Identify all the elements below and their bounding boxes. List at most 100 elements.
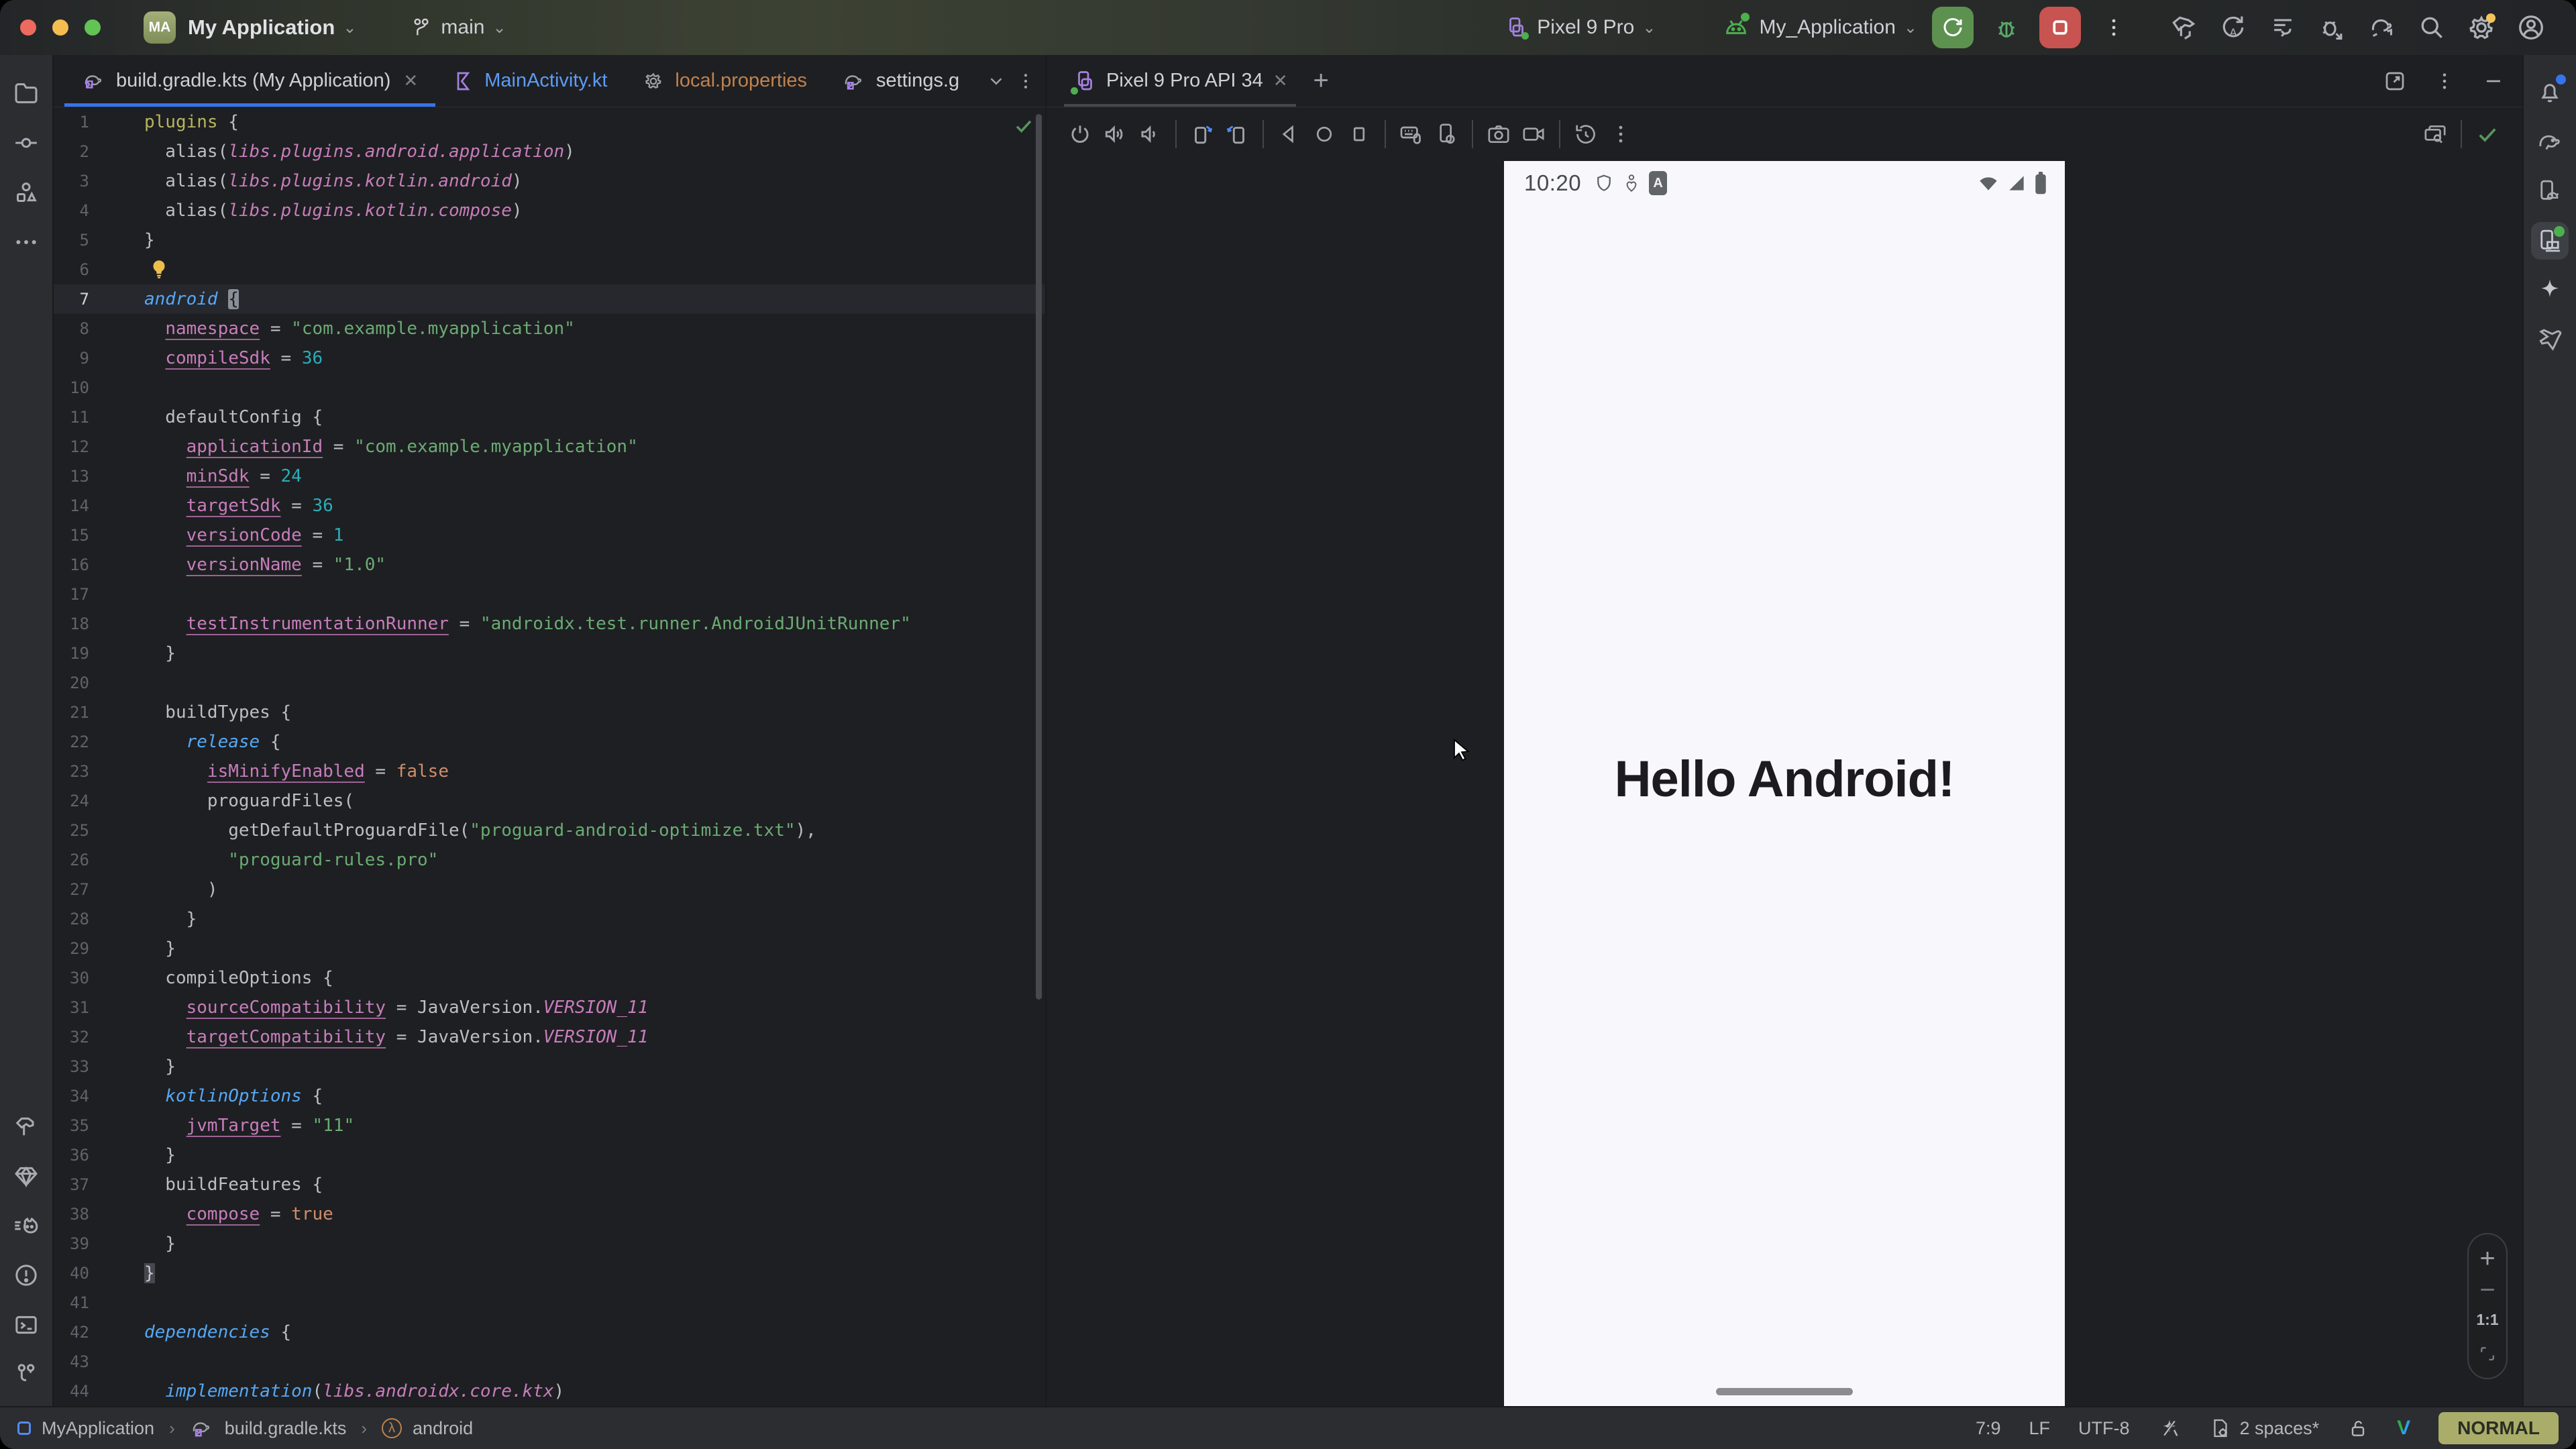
code-line[interactable]: 13 minSdk = 24 (54, 462, 1045, 491)
code-line[interactable]: 43 (54, 1347, 1045, 1377)
airplane-toolwindow-icon[interactable] (2531, 321, 2569, 359)
minimize-window-button[interactable] (52, 19, 68, 36)
code-line[interactable]: 22 release { (54, 727, 1045, 757)
code-line[interactable]: 44 implementation(libs.androidx.core.ktx… (54, 1377, 1045, 1406)
profiler-toolwindow-icon[interactable] (7, 1207, 45, 1244)
screen-record-icon[interactable] (1516, 117, 1551, 152)
snapshot-reset-icon[interactable] (1568, 117, 1603, 152)
breadcrumb-project[interactable]: MyApplication (42, 1418, 154, 1439)
notifications-bell-icon[interactable] (2531, 73, 2569, 111)
code-line[interactable]: 28 } (54, 904, 1045, 934)
breadcrumb-element[interactable]: android (413, 1418, 473, 1439)
tab-local-properties[interactable]: local.properties (625, 55, 824, 107)
profile-avatar-icon[interactable] (2516, 12, 2546, 43)
code-line[interactable]: 4 alias(libs.plugins.kotlin.compose) (54, 196, 1045, 225)
code-line[interactable]: 19 } (54, 639, 1045, 668)
code-line[interactable]: 2 alias(libs.plugins.android.application… (54, 137, 1045, 166)
panel-options-kebab-icon[interactable] (2434, 70, 2455, 92)
gradle-sync-icon[interactable] (2367, 12, 2398, 43)
code-line[interactable]: 42dependencies { (54, 1318, 1045, 1347)
code-line[interactable]: 31 sourceCompatibility = JavaVersion.VER… (54, 993, 1045, 1022)
zoom-out-button[interactable]: − (2479, 1283, 2495, 1297)
rotate-left-icon[interactable] (1185, 117, 1220, 152)
close-icon[interactable]: ✕ (1273, 70, 1288, 91)
structure-toolwindow-icon[interactable] (7, 174, 45, 211)
code-line[interactable]: 11 defaultConfig { (54, 402, 1045, 432)
code-line[interactable]: 18 testInstrumentationRunner = "androidx… (54, 609, 1045, 639)
editor-scrollbar[interactable] (1036, 114, 1042, 1000)
code-line[interactable]: 10 (54, 373, 1045, 402)
code-line[interactable]: 41 (54, 1288, 1045, 1318)
device-selector[interactable]: Pixel 9 Pro ⌄ (1503, 15, 1662, 40)
code-line[interactable]: 21 buildTypes { (54, 698, 1045, 727)
volume-down-icon[interactable] (1132, 117, 1167, 152)
zoom-ratio-button[interactable]: 1:1 (2476, 1311, 2498, 1329)
app-quality-insights-icon[interactable] (7, 1157, 45, 1195)
device-manager-icon[interactable] (2531, 172, 2569, 210)
code-line[interactable]: 23 isMinifyEnabled = false (54, 757, 1045, 786)
running-devices-icon[interactable] (2531, 222, 2569, 260)
code-line[interactable]: 27 ) (54, 875, 1045, 904)
fit-to-window-button[interactable] (2477, 1344, 2498, 1364)
code-line[interactable]: 14 targetSdk = 36 (54, 491, 1045, 521)
version-control-toolwindow-icon[interactable] (7, 1356, 45, 1393)
code-line[interactable]: 30 compileOptions { (54, 963, 1045, 993)
project-widget[interactable]: MA My Application ⌄ (144, 11, 363, 44)
add-device-tab-icon[interactable]: + (1313, 66, 1329, 96)
vcs-branch-widget[interactable]: main ⌄ (410, 16, 513, 39)
code-editor[interactable]: 1plugins {2 alias(libs.plugins.android.a… (54, 107, 1045, 1406)
rerun-button[interactable] (1932, 7, 1974, 48)
apply-changes-restart-icon[interactable]: A (2218, 12, 2249, 43)
code-line[interactable]: 5} (54, 225, 1045, 255)
device-settings-icon[interactable] (1429, 117, 1464, 152)
more-toolwindows-icon[interactable] (7, 223, 45, 261)
ideavim-icon[interactable]: V (2397, 1417, 2410, 1440)
close-window-button[interactable] (20, 19, 36, 36)
code-line[interactable]: 6 (54, 255, 1045, 284)
code-line[interactable]: 9 compileSdk = 36 (54, 343, 1045, 373)
zoom-in-button[interactable]: + (2479, 1248, 2495, 1269)
stop-button[interactable] (2039, 7, 2081, 48)
more-actions-kebab-icon[interactable] (2098, 12, 2129, 43)
rotate-right-icon[interactable] (1220, 117, 1254, 152)
hidden-tabs-chevron-icon[interactable] (986, 71, 1006, 91)
code-line[interactable]: 39 } (54, 1229, 1045, 1258)
tab-settings-gradle[interactable]: settings.g (824, 55, 977, 107)
settings-gear-icon[interactable] (2466, 12, 2497, 43)
breadcrumb-file[interactable]: build.gradle.kts (225, 1418, 347, 1439)
run-configuration-selector[interactable]: My_Application ⌄ (1723, 14, 1924, 41)
code-line[interactable]: 15 versionCode = 1 (54, 521, 1045, 550)
volume-up-icon[interactable] (1097, 117, 1132, 152)
indent-widget[interactable]: 2 spaces* (2209, 1417, 2320, 1440)
code-line[interactable]: 29 } (54, 934, 1045, 963)
attach-debugger-icon[interactable] (2317, 12, 2348, 43)
readonly-lock-icon[interactable] (2347, 1417, 2369, 1439)
code-line[interactable]: 3 alias(libs.plugins.kotlin.android) (54, 166, 1045, 196)
code-line[interactable]: 20 (54, 668, 1045, 698)
code-line[interactable]: 24 proguardFiles( (54, 786, 1045, 816)
line-ending-widget[interactable]: LF (2029, 1418, 2051, 1439)
hardware-input-icon[interactable] (1394, 117, 1429, 152)
tab-pixel9pro[interactable]: Pixel 9 Pro API 34 ✕ (1064, 55, 1296, 107)
emulator-options-kebab-icon[interactable] (1603, 117, 1638, 152)
close-icon[interactable]: ✕ (403, 70, 418, 91)
code-line[interactable]: 1plugins { (54, 107, 1045, 137)
search-everywhere-icon[interactable] (2416, 12, 2447, 43)
device-screen[interactable]: 10:20 A (1504, 161, 2065, 1406)
code-line[interactable]: 32 targetCompatibility = JavaVersion.VER… (54, 1022, 1045, 1052)
problems-toolwindow-icon[interactable] (7, 1256, 45, 1294)
apply-code-changes-icon[interactable] (2267, 12, 2298, 43)
android-back-button-icon[interactable] (1272, 117, 1307, 152)
build-project-icon[interactable] (2168, 12, 2199, 43)
android-home-button-icon[interactable] (1307, 117, 1342, 152)
inspections-ok-check-icon[interactable] (1013, 115, 1034, 137)
editor-options-kebab-icon[interactable] (1016, 71, 1036, 91)
code-line[interactable]: 40} (54, 1258, 1045, 1288)
code-line[interactable]: 12 applicationId = "com.example.myapplic… (54, 432, 1045, 462)
tab-build-gradle[interactable]: build.gradle.kts (My Application) ✕ (64, 55, 435, 107)
power-button-icon[interactable] (1063, 117, 1097, 152)
encoding-widget[interactable]: UTF-8 (2078, 1418, 2130, 1439)
screenshot-camera-icon[interactable] (1481, 117, 1516, 152)
debug-button[interactable] (1991, 12, 2022, 43)
code-line[interactable]: 36 } (54, 1140, 1045, 1170)
